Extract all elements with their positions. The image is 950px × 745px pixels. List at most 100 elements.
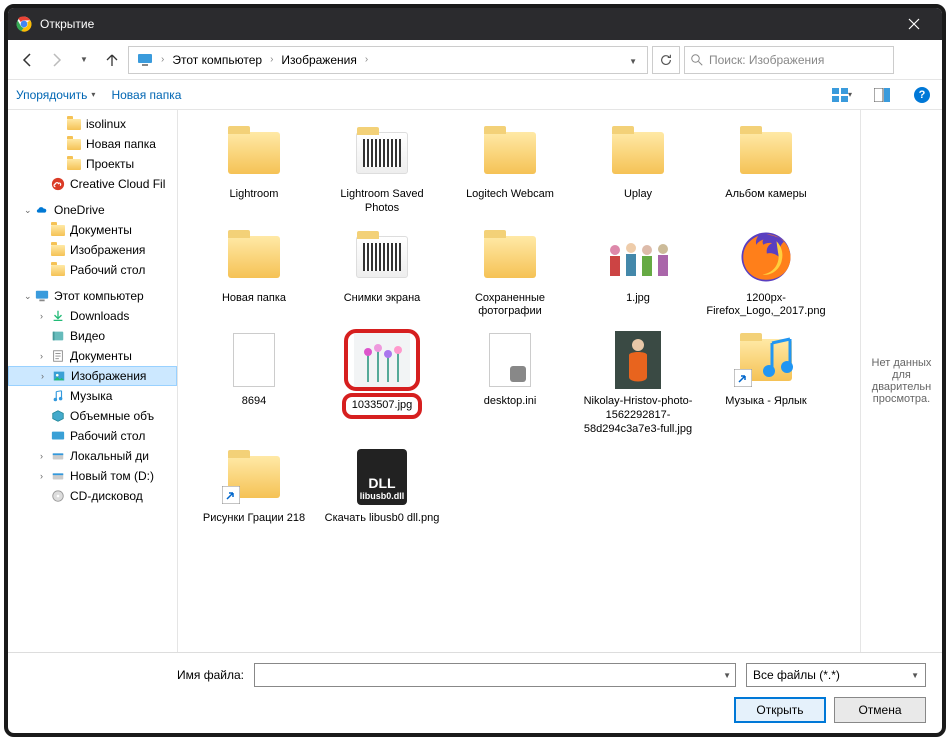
crumb-current[interactable]: Изображения	[277, 51, 360, 69]
file-item[interactable]: Logitech Webcam	[446, 118, 574, 222]
file-label: Nikolay-Hristov-photo-1562292817-58d294c…	[578, 395, 698, 436]
titlebar: Открытие	[8, 8, 942, 40]
file-item[interactable]: DLLlibusb0.dll Скачать libusb0 dll.png	[318, 442, 446, 532]
tree-video[interactable]: Видео	[8, 326, 177, 346]
file-label: Рисунки Грации 218	[203, 512, 305, 526]
file-item[interactable]: Сохраненные фотографии	[446, 222, 574, 326]
file-thumbnail	[474, 228, 546, 286]
tree-thispc[interactable]: ⌄Этот компьютер	[8, 286, 177, 306]
file-label: Новая папка	[222, 292, 286, 306]
file-item[interactable]: desktop.ini	[446, 325, 574, 442]
file-label: desktop.ini	[484, 395, 537, 409]
file-label: 8694	[242, 395, 266, 409]
file-item[interactable]: Альбом камеры	[702, 118, 830, 222]
tree-novaya[interactable]: Новая папка	[8, 134, 177, 154]
file-thumbnail	[474, 331, 546, 389]
tree-localc[interactable]: ›Локальный ди	[8, 446, 177, 466]
file-thumbnail	[602, 228, 674, 286]
tree-pics[interactable]: ›Изображения	[8, 366, 177, 386]
file-label: 1033507.jpg	[346, 397, 419, 415]
back-button[interactable]	[16, 48, 40, 72]
file-thumbnail	[218, 124, 290, 182]
file-label: Lightroom	[230, 188, 279, 202]
tree-od-desk[interactable]: Рабочий стол	[8, 260, 177, 280]
filename-input[interactable]: ▼	[254, 663, 736, 687]
help-button[interactable]: ?	[910, 83, 934, 107]
refresh-button[interactable]	[652, 46, 680, 74]
tree-downloads[interactable]: ›Downloads	[8, 306, 177, 326]
file-label: 1.jpg	[626, 292, 650, 306]
filename-label: Имя файла:	[24, 668, 244, 682]
file-thumbnail	[218, 331, 290, 389]
file-item[interactable]: 8694	[190, 325, 318, 442]
file-item[interactable]: 1.jpg	[574, 222, 702, 326]
up-button[interactable]	[100, 48, 124, 72]
file-thumbnail	[346, 331, 418, 389]
breadcrumb[interactable]: › Этот компьютер › Изображения › ▼	[128, 46, 648, 74]
file-label: Lightroom Saved Photos	[322, 188, 442, 216]
tree-isolinux[interactable]: isolinux	[8, 114, 177, 134]
file-thumbnail	[730, 124, 802, 182]
organize-button[interactable]: Упорядочить ▾	[16, 88, 95, 102]
file-item[interactable]: Музыка - Ярлык	[702, 325, 830, 442]
file-thumbnail	[346, 124, 418, 182]
file-thumbnail	[730, 228, 802, 286]
pc-icon	[137, 52, 153, 68]
window-title: Открытие	[40, 17, 894, 31]
tree-desk[interactable]: Рабочий стол	[8, 426, 177, 446]
file-thumbnail	[218, 448, 290, 506]
file-item[interactable]: Новая папка	[190, 222, 318, 326]
search-box[interactable]	[684, 46, 894, 74]
body: isolinux Новая папка Проекты Creative Cl…	[8, 110, 942, 653]
tree-onedrive[interactable]: ⌄OneDrive	[8, 200, 177, 220]
tree-music[interactable]: Музыка	[8, 386, 177, 406]
filetype-filter[interactable]: Все файлы (*.*)▼	[746, 663, 926, 687]
file-label: Скачать libusb0 dll.png	[325, 512, 440, 526]
tree-od-pics[interactable]: Изображения	[8, 240, 177, 260]
file-label: Музыка - Ярлык	[725, 395, 807, 409]
file-item[interactable]: Nikolay-Hristov-photo-1562292817-58d294c…	[574, 325, 702, 442]
file-item[interactable]: Снимки экрана	[318, 222, 446, 326]
file-thumbnail: DLLlibusb0.dll	[346, 448, 418, 506]
close-button[interactable]	[894, 8, 934, 40]
tree-proekty[interactable]: Проекты	[8, 154, 177, 174]
file-item[interactable]: 1200px-Firefox_Logo,_2017.png	[702, 222, 830, 326]
open-button[interactable]: Открыть	[734, 697, 826, 723]
preview-pane-button[interactable]	[870, 83, 894, 107]
toolbar: Упорядочить ▾ Новая папка ▾ ?	[8, 80, 942, 110]
file-item[interactable]: 1033507.jpg	[318, 325, 446, 442]
help-icon: ?	[914, 87, 930, 103]
tree-od-docs[interactable]: Документы	[8, 220, 177, 240]
nav-tree: isolinux Новая папка Проекты Creative Cl…	[8, 110, 178, 652]
file-thumbnail	[474, 124, 546, 182]
recent-dropdown[interactable]: ▼	[72, 48, 96, 72]
file-item[interactable]: Lightroom Saved Photos	[318, 118, 446, 222]
file-open-dialog: Открытие ▼ › Этот компьютер › Изображени…	[4, 4, 946, 737]
preview-pane: Нет данных для дварительн просмотра.	[860, 110, 942, 652]
file-item[interactable]: Uplay	[574, 118, 702, 222]
tree-cd[interactable]: CD-дисковод	[8, 486, 177, 506]
tree-ccf[interactable]: Creative Cloud Fil	[8, 174, 177, 194]
search-icon	[691, 54, 703, 66]
footer: Имя файла: ▼ Все файлы (*.*)▼ Открыть От…	[8, 653, 942, 733]
file-thumbnail	[602, 124, 674, 182]
tree-docs[interactable]: ›Документы	[8, 346, 177, 366]
tree-volobj[interactable]: Объемные объ	[8, 406, 177, 426]
file-label: 1200px-Firefox_Logo,_2017.png	[706, 292, 826, 320]
file-list: Lightroom Lightroom Saved Photos Logitech …	[178, 110, 860, 652]
tree-newtomd[interactable]: ›Новый том (D:)	[8, 466, 177, 486]
crumb-root[interactable]: Этот компьютер	[168, 51, 266, 69]
file-item[interactable]: Рисунки Грации 218	[190, 442, 318, 532]
file-label: Снимки экрана	[344, 292, 421, 306]
file-thumbnail	[218, 228, 290, 286]
forward-button[interactable]	[44, 48, 68, 72]
new-folder-button[interactable]: Новая папка	[111, 88, 181, 102]
cancel-button[interactable]: Отмена	[834, 697, 926, 723]
file-label: Сохраненные фотографии	[450, 292, 570, 320]
breadcrumb-dropdown[interactable]: ▼	[623, 51, 643, 69]
search-input[interactable]	[709, 53, 887, 67]
file-label: Logitech Webcam	[466, 188, 554, 202]
file-label: Альбом камеры	[725, 188, 806, 202]
view-button[interactable]: ▾	[830, 83, 854, 107]
file-item[interactable]: Lightroom	[190, 118, 318, 222]
